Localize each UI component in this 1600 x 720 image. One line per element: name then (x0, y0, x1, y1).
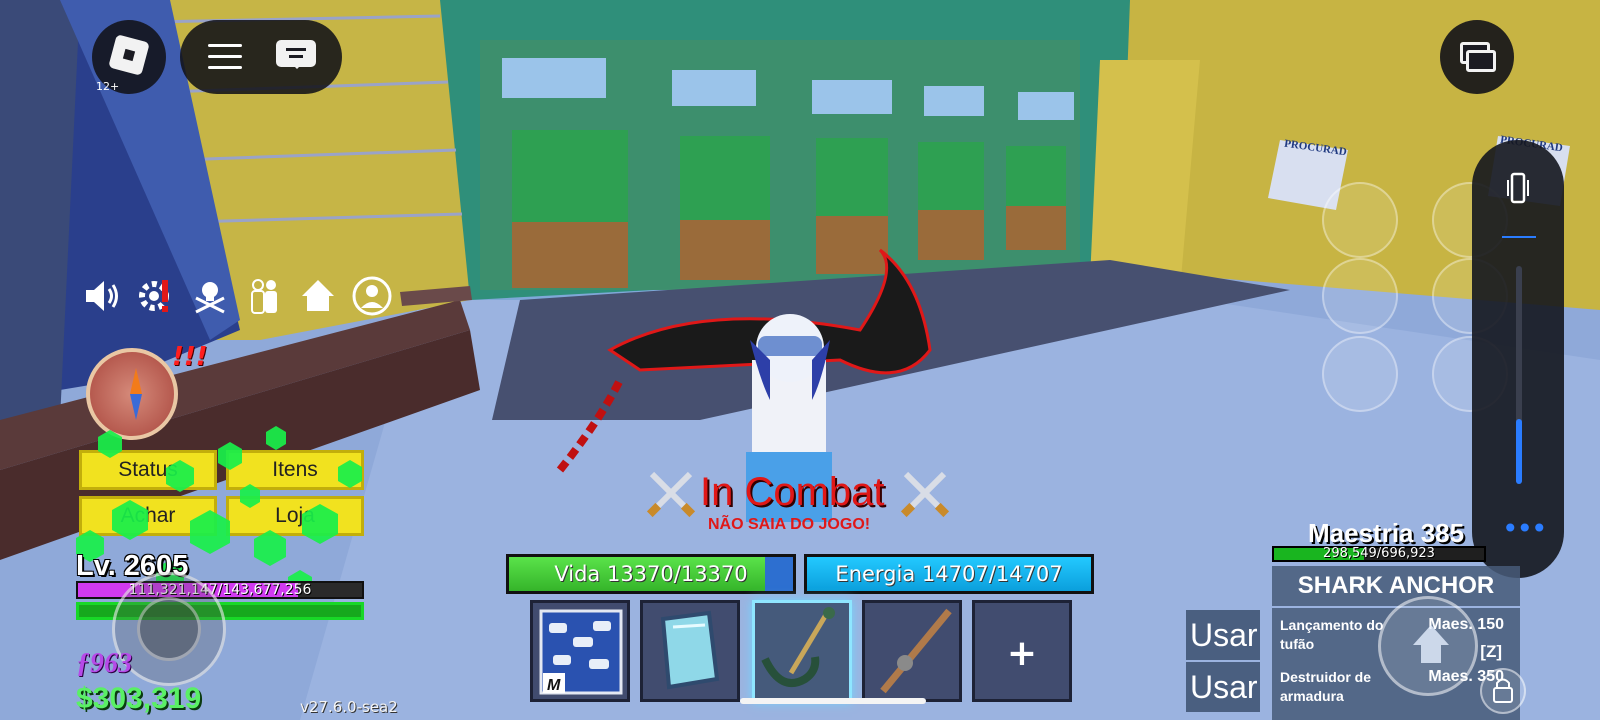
dash-ability-icon[interactable] (1322, 336, 1398, 412)
mastery-label: Maestria 385 (1308, 518, 1465, 548)
pirate-flag-icon[interactable] (190, 276, 230, 316)
jump-button[interactable] (1378, 596, 1478, 696)
hotbar-slot-add[interactable]: + (972, 600, 1072, 702)
jump-arrow-icon (1413, 625, 1449, 645)
alert-indicator: !!! (172, 342, 208, 372)
age-rating-badge: 12+ (96, 80, 120, 93)
mastery-bar: 298,549/696,923 (1272, 546, 1486, 562)
use-button-2[interactable]: Usar (1186, 662, 1260, 712)
speaker-icon[interactable] (82, 276, 122, 316)
strength-ability-icon[interactable] (1322, 258, 1398, 334)
use-button-1[interactable]: Usar (1186, 610, 1260, 660)
weapon-name: SHARK ANCHOR (1272, 566, 1520, 606)
energy-text: Energia 14707/14707 (835, 562, 1063, 586)
xp-bar: 111,321,147/143,677,256 (76, 581, 364, 599)
hotbar-slot-fishing-rod[interactable] (862, 600, 962, 702)
style-badge-letter: M (547, 677, 561, 694)
quick-icon-bar (82, 276, 392, 316)
health-bar: Vida 13370/13370 (506, 554, 796, 594)
mastery-text: 298,549/696,923 (1323, 546, 1435, 561)
chat-icon[interactable] (276, 40, 318, 74)
roblox-logo-icon (108, 34, 150, 76)
fragments-counter: ƒ963 (76, 648, 132, 679)
glass-shield-icon (660, 610, 720, 690)
windows-toggle-button[interactable] (1440, 20, 1514, 94)
vibration-icon[interactable] (1506, 172, 1530, 204)
shift-lock-icon[interactable] (1480, 668, 1526, 714)
shark-anchor-icon (761, 607, 835, 687)
hamburger-menu-icon[interactable] (208, 44, 242, 70)
hotbar-slot-fighting-style[interactable]: M (530, 600, 630, 702)
in-combat-label: In Combat (700, 470, 885, 514)
more-options-icon[interactable]: ••• (1502, 515, 1548, 543)
panel-indicator (1502, 236, 1536, 238)
home-icon[interactable] (298, 276, 338, 316)
top-menu-pill (180, 20, 342, 94)
eye-ability-icon[interactable] (1322, 182, 1398, 258)
volume-slider[interactable] (1516, 266, 1522, 484)
joystick-knob[interactable] (137, 597, 201, 661)
hotbar-slot-glass-shield[interactable] (640, 600, 740, 702)
fishing-rod-icon (880, 608, 952, 694)
add-icon: + (1006, 633, 1038, 674)
skill-key: [Z] (1480, 642, 1502, 661)
xp-text: 111,321,147/143,677,256 (128, 582, 312, 598)
hotbar-slot-shark-anchor[interactable] (752, 600, 852, 702)
crew-icon[interactable] (244, 276, 284, 316)
game-version: v27.6.0-sea2 (300, 698, 398, 716)
health-text: Vida 13370/13370 (554, 562, 748, 586)
volume-slider-fill (1516, 418, 1522, 484)
crossed-swords-icon (900, 471, 950, 518)
crossed-swords-icon (646, 471, 696, 518)
combat-warning: NÃO SAIA DO JOGO! (708, 516, 871, 533)
fighting-style-icon: M (539, 609, 623, 695)
energy-bar: Energia 14707/14707 (804, 554, 1094, 594)
volume-panel: ••• (1472, 140, 1564, 578)
home-indicator[interactable] (740, 698, 926, 704)
settings-alert-icon[interactable] (136, 276, 176, 316)
profile-icon[interactable] (352, 276, 392, 316)
beli-counter: $303,319 (76, 682, 202, 715)
